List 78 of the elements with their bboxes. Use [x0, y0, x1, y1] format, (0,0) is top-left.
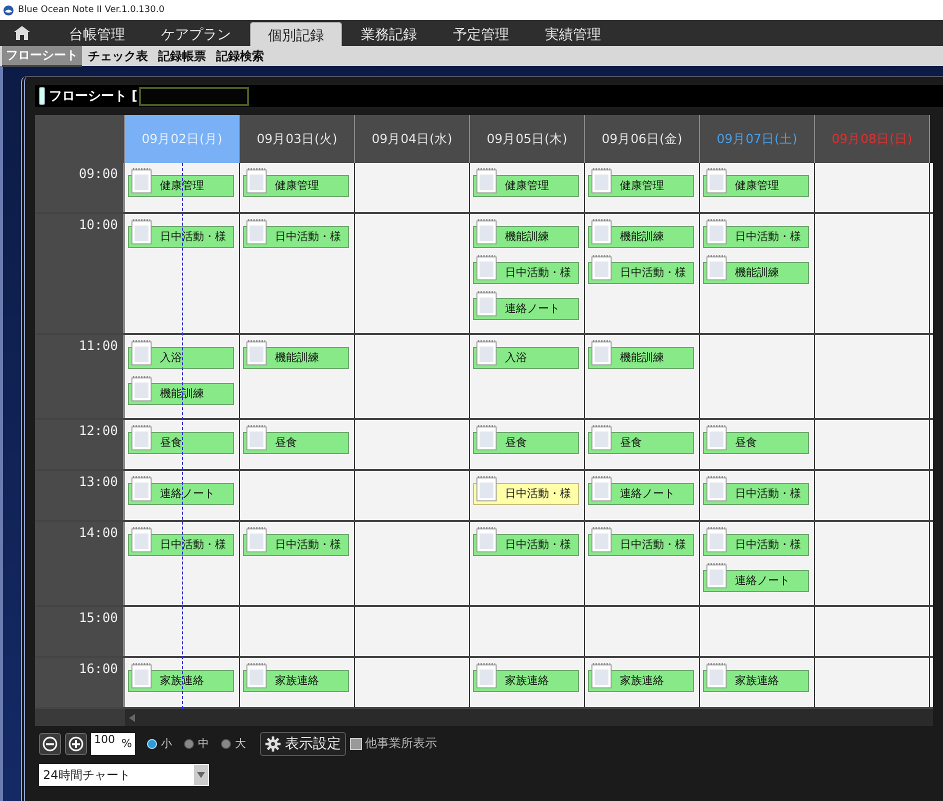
notepad-icon: [246, 217, 268, 245]
notepad-icon: [131, 661, 153, 689]
notepad-icon: [591, 661, 613, 689]
notepad-icon: [476, 338, 498, 366]
window-title: Blue Ocean Note II Ver.1.0.130.0: [18, 5, 164, 15]
time-label: 13:00: [35, 471, 125, 520]
notepad-icon: [246, 166, 268, 194]
notepad-icon: [591, 253, 613, 281]
notepad-icon: [591, 474, 613, 502]
scroll-left-icon[interactable]: [129, 714, 135, 722]
notepad-icon: [131, 525, 153, 553]
size-radio[interactable]: 中: [184, 736, 209, 751]
zoom-out-button[interactable]: [39, 732, 61, 754]
notepad-icon: [476, 525, 498, 553]
notepad-icon: [246, 525, 268, 553]
notepad-icon: [591, 525, 613, 553]
notepad-icon: [591, 423, 613, 451]
notepad-icon: [246, 338, 268, 366]
time-label: 14:00: [35, 522, 125, 605]
notepad-icon: [706, 525, 728, 553]
app-logo-icon: [3, 4, 14, 16]
nav-tab[interactable]: 予定管理: [436, 22, 526, 46]
nav-tab[interactable]: ケアプラン: [144, 22, 248, 46]
notepad-icon: [591, 338, 613, 366]
display-settings-button[interactable]: 表示設定: [260, 732, 346, 756]
notepad-icon: [706, 423, 728, 451]
nav-tab[interactable]: 個別記録: [250, 22, 342, 46]
notepad-icon: [476, 423, 498, 451]
notepad-icon: [131, 474, 153, 502]
date-header[interactable]: 09月04日(水): [355, 115, 470, 163]
date-header[interactable]: 09月06日(金): [585, 115, 700, 163]
nav-tab[interactable]: 業務記録: [344, 22, 434, 46]
notepad-icon: [476, 217, 498, 245]
date-header[interactable]: 09月05日(木): [470, 115, 585, 163]
other-offices-checkbox[interactable]: 他事業所表示: [350, 735, 437, 752]
notepad-icon: [591, 217, 613, 245]
notepad-icon: [706, 661, 728, 689]
gear-icon: [265, 736, 281, 752]
panel-title: フローシート [: [49, 88, 138, 105]
notepad-icon: [706, 217, 728, 245]
title-marker-icon: [39, 87, 45, 105]
nav-tab[interactable]: 台帳管理: [52, 22, 142, 46]
notepad-icon: [131, 338, 153, 366]
size-radio[interactable]: 大: [221, 736, 246, 751]
time-label: 15:00: [35, 607, 125, 656]
notepad-icon: [706, 474, 728, 502]
notepad-icon: [476, 474, 498, 502]
notepad-icon: [476, 289, 498, 317]
notepad-icon: [706, 561, 728, 589]
notepad-icon: [476, 166, 498, 194]
time-label: 10:00: [35, 214, 125, 333]
horizontal-scrollbar[interactable]: [125, 709, 933, 726]
chart-type-dropdown[interactable]: 24時間チャート: [39, 764, 209, 786]
home-icon[interactable]: [14, 26, 30, 40]
notepad-icon: [246, 423, 268, 451]
notepad-icon: [131, 374, 153, 402]
notepad-icon: [476, 253, 498, 281]
notepad-icon: [706, 253, 728, 281]
nav-tab[interactable]: 実績管理: [528, 22, 618, 46]
date-header[interactable]: 09月03日(火): [240, 115, 355, 163]
time-label: 11:00: [35, 335, 125, 418]
notepad-icon: [131, 217, 153, 245]
zoom-field[interactable]: 100 %: [91, 732, 135, 754]
time-label: 12:00: [35, 420, 125, 469]
notepad-icon: [476, 661, 498, 689]
zoom-in-button[interactable]: [65, 732, 87, 754]
sub-tab[interactable]: 記録検索: [212, 46, 268, 66]
caret-icon[interactable]: [197, 772, 205, 778]
sub-tab[interactable]: 記録帳票: [154, 46, 210, 66]
time-label: 09:00: [35, 163, 125, 212]
notepad-icon: [706, 166, 728, 194]
notepad-icon: [131, 166, 153, 194]
notepad-icon: [591, 166, 613, 194]
sub-tab[interactable]: チェック表: [84, 46, 152, 66]
size-radio[interactable]: 小: [147, 736, 172, 751]
notepad-icon: [246, 661, 268, 689]
notepad-icon: [131, 423, 153, 451]
time-label: 16:00: [35, 658, 125, 707]
